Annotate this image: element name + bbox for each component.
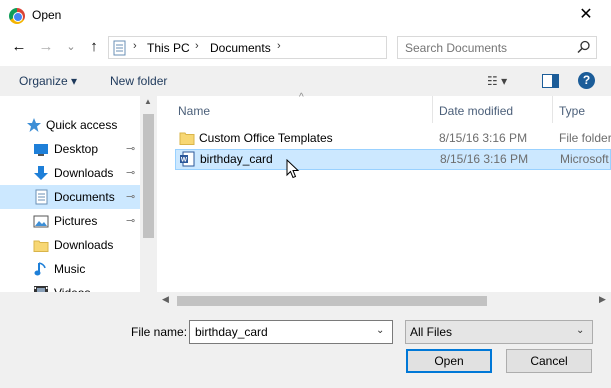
music-icon (34, 262, 46, 276)
window-title: Open (32, 8, 62, 22)
file-type: File folder (559, 131, 611, 145)
open-button[interactable]: Open (406, 349, 492, 373)
file-name-label: File name: (131, 325, 188, 339)
folder-icon (179, 132, 195, 145)
pin-icon: ⊸ (126, 167, 136, 179)
scroll-up-arrow-icon[interactable]: ▲ (144, 97, 152, 106)
navigation-pane-scrollbar-thumb[interactable] (143, 114, 154, 238)
download-icon (34, 166, 48, 180)
scroll-left-arrow-icon[interactable]: ◀ (162, 294, 169, 305)
breadcrumb-documents[interactable]: Documents (210, 41, 271, 55)
pin-icon: ⊸ (126, 143, 136, 155)
file-name: Custom Office Templates (199, 131, 333, 145)
pin-icon: ⊸ (126, 215, 136, 227)
address-bar[interactable]: › This PC › Documents › ⌄ ↻ (108, 36, 490, 59)
sidebar-item-label: Desktop (54, 142, 99, 156)
sidebar-item-music[interactable]: Music (0, 257, 140, 281)
sidebar-item-label: Quick access (46, 118, 118, 132)
file-name: birthday_card (200, 152, 273, 166)
close-button[interactable]: ✕ (570, 4, 602, 26)
word-doc-icon: W (180, 151, 195, 167)
sidebar-item-videos[interactable]: Videos (0, 281, 140, 300)
breadcrumb-this-pc[interactable]: This PC (147, 41, 190, 55)
file-type: Microsoft Word Document (560, 152, 611, 166)
new-folder-button[interactable]: New folder (110, 74, 167, 88)
sidebar-item-label: Downloads (54, 166, 114, 180)
desktop-icon (34, 144, 48, 156)
back-button[interactable]: ← (10, 38, 28, 56)
pin-icon: ⊸ (126, 191, 136, 203)
pictures-icon (33, 215, 49, 228)
folder-icon (33, 240, 49, 252)
chevron-down-icon[interactable]: ⌄ (376, 325, 384, 336)
mouse-cursor-icon (286, 159, 300, 179)
scroll-right-arrow-icon[interactable]: ▶ (599, 294, 606, 305)
breadcrumb-chevron-icon[interactable]: › (277, 40, 281, 52)
organize-button[interactable]: Organize ▾ (19, 74, 77, 88)
recent-locations-button[interactable]: ⌄ (62, 38, 80, 56)
sidebar-item-desktop[interactable]: Desktop ⊸ (0, 137, 140, 161)
chevron-down-icon[interactable]: ⌄ (576, 325, 584, 336)
search-icon[interactable] (577, 40, 591, 54)
sidebar-item-downloads-folder[interactable]: Downloads (0, 233, 140, 257)
document-icon (35, 189, 48, 205)
this-pc-icon (113, 40, 126, 56)
navigation-pane-footer (0, 292, 157, 310)
sidebar-item-label: Documents (54, 190, 115, 204)
file-type-value: All Files (410, 325, 453, 339)
forward-button[interactable]: → (37, 38, 55, 56)
view-options-button[interactable]: ☷ ▾ (487, 74, 507, 88)
chrome-app-icon (9, 8, 25, 24)
file-row[interactable]: Custom Office Templates 8/15/16 3:16 PM … (175, 128, 611, 149)
file-type-select[interactable]: All Files ⌄ (405, 320, 593, 344)
star-icon (27, 118, 41, 132)
file-date: 8/15/16 3:16 PM (440, 152, 529, 166)
up-button[interactable]: ↑ (85, 38, 103, 56)
help-button[interactable]: ? (578, 72, 595, 89)
sidebar-item-label: Music (54, 262, 86, 276)
title-bar (0, 0, 611, 31)
svg-text:W: W (181, 157, 188, 164)
preview-pane-icon[interactable] (542, 74, 559, 88)
sidebar-item-documents[interactable]: Documents ⊸ (0, 185, 140, 209)
sidebar-item-label: Pictures (54, 214, 98, 228)
sidebar-item-label: Downloads (54, 238, 114, 252)
search-box[interactable] (397, 36, 597, 59)
file-list: Custom Office Templates 8/15/16 3:16 PM … (157, 96, 611, 292)
file-date: 8/15/16 3:16 PM (439, 131, 528, 145)
file-name-combobox[interactable]: ⌄ (189, 320, 393, 344)
sidebar-item-pictures[interactable]: Pictures ⊸ (0, 209, 140, 233)
breadcrumb-chevron-icon[interactable]: › (133, 40, 137, 52)
breadcrumb-chevron-icon[interactable]: › (195, 40, 199, 52)
file-row-selected[interactable]: W birthday_card 8/15/16 3:16 PM Microsof… (175, 149, 611, 170)
sidebar-item-downloads[interactable]: Downloads ⊸ (0, 161, 140, 185)
search-input[interactable] (398, 37, 568, 59)
horizontal-scrollbar-thumb[interactable] (177, 296, 487, 306)
cancel-button[interactable]: Cancel (506, 349, 592, 373)
sidebar-item-quick-access[interactable]: Quick access (0, 113, 140, 137)
command-bar (0, 66, 611, 96)
file-name-input[interactable] (190, 321, 368, 343)
